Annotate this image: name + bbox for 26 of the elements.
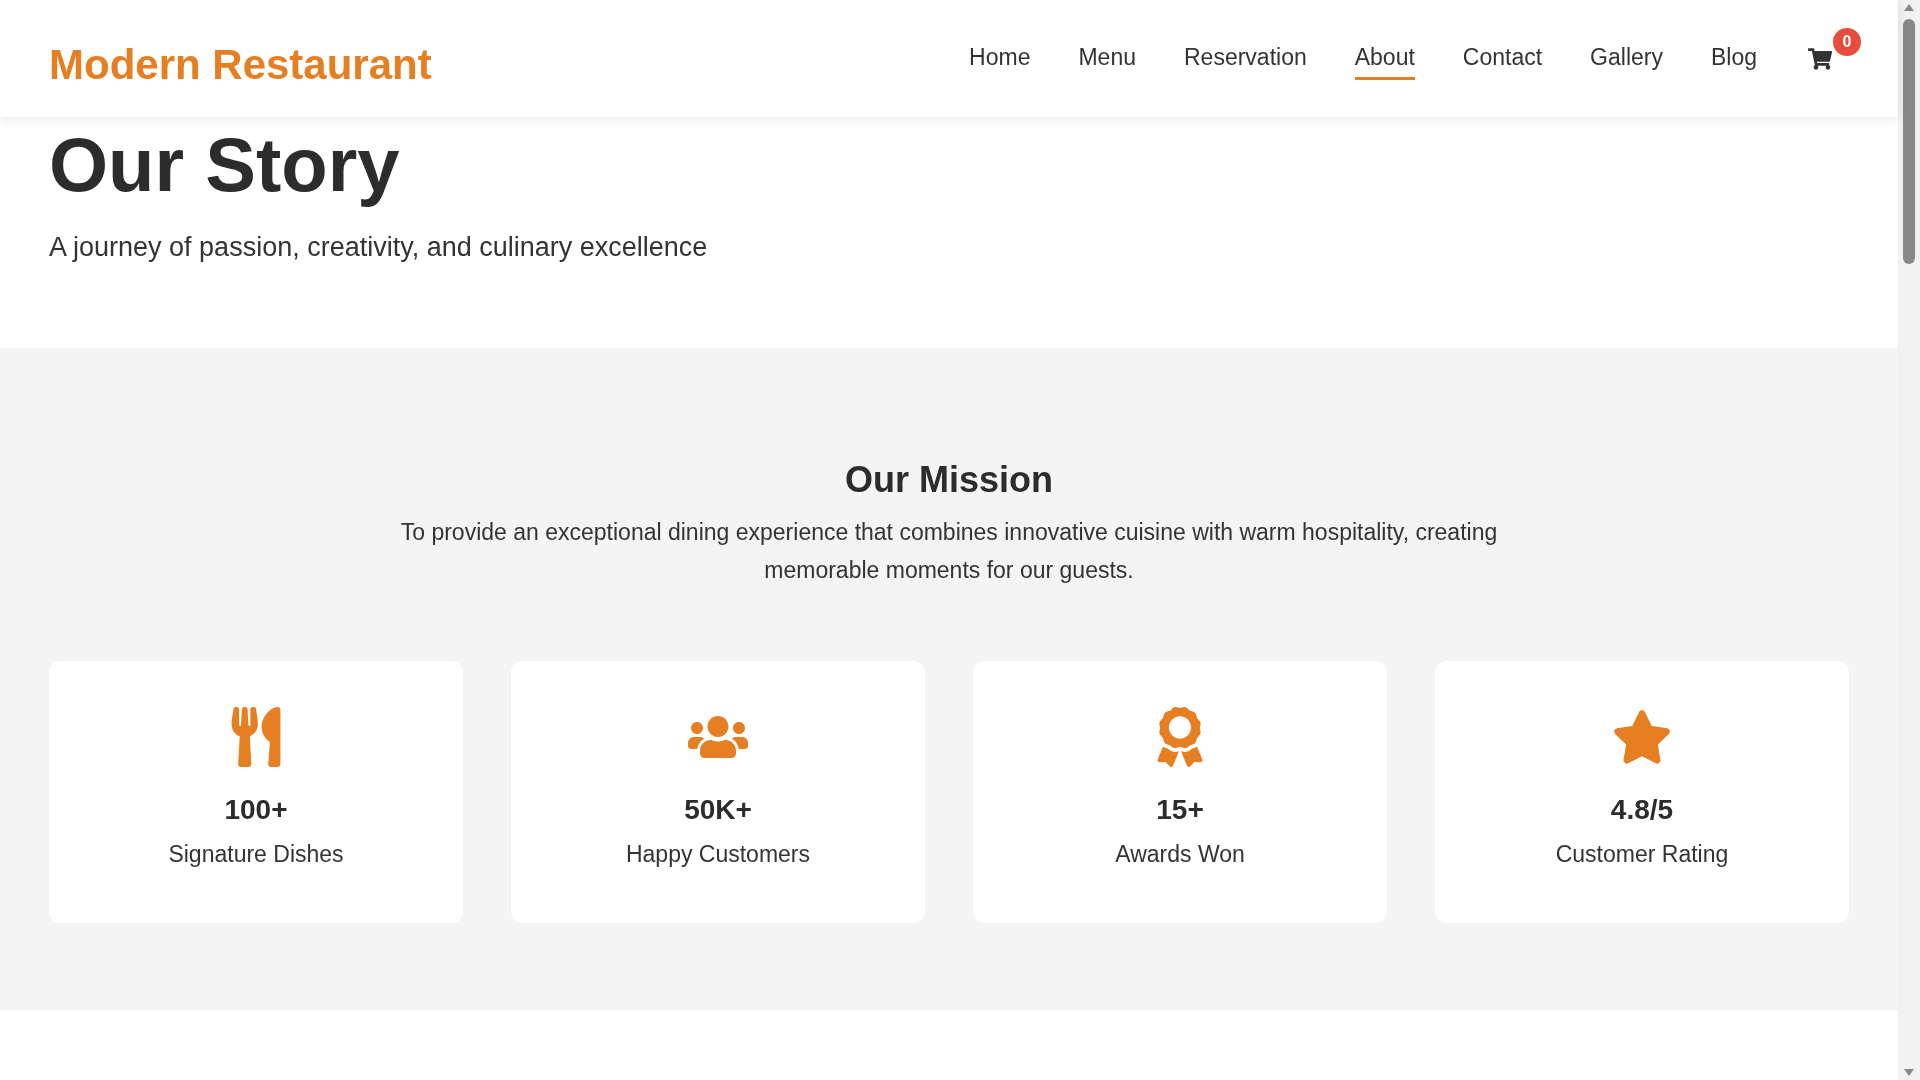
stat-label: Awards Won [1115,840,1245,869]
stat-label: Customer Rating [1555,840,1729,869]
scroll-down-icon[interactable] [1904,1069,1914,1076]
nav-link[interactable]: About [1354,40,1415,80]
mission-title: Our Mission [845,458,1053,502]
scroll-up-icon[interactable] [1904,4,1914,11]
cart-icon [1808,46,1832,71]
nav-link[interactable]: Home [969,40,1031,80]
stat-value: 100+ [224,793,288,827]
nav-link[interactable]: Blog [1710,40,1757,80]
stat-label: Signature Dishes [168,840,344,869]
nav-link[interactable]: Menu [1078,40,1136,80]
nav-link[interactable]: Reservation [1184,40,1307,80]
stat-value: 4.8/5 [1610,793,1674,827]
stat-label: Happy Customers [625,840,811,869]
mission-text: To provide an exceptional dining experience that combines innovative cuisine with warm hospitality, creating memorable moments for our guests. [399,518,1499,585]
nav-link[interactable]: Gallery [1590,40,1663,80]
page-title: Our Story [49,123,401,207]
scrollbar[interactable] [1898,0,1920,1080]
nav-link[interactable]: Contact [1462,40,1543,80]
cart-count-badge: 0 [1833,27,1861,56]
stat-value: 50K+ [684,793,752,827]
star-icon [1612,707,1672,767]
page-subtitle: A journey of passion, creativity, and culinary excellence [49,230,709,264]
stat-value: 15+ [1156,793,1204,827]
scrollbar-thumb[interactable] [1903,19,1915,264]
